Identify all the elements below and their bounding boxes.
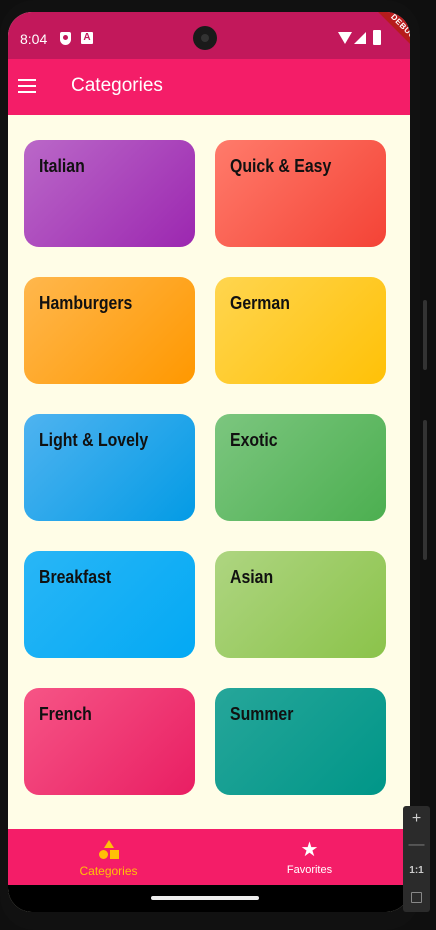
fit-screen-icon[interactable] (403, 890, 430, 908)
app-bar: Categories (8, 59, 410, 115)
category-label: Exotic (230, 430, 278, 450)
device-frame: 8:04 A DEBUG Categories Italian Quick & … (0, 0, 420, 930)
category-card-light-lovely[interactable]: Light & Lovely (24, 414, 195, 521)
category-label: Italian (39, 156, 85, 176)
category-card-asian[interactable]: Asian (215, 551, 386, 658)
battery-icon (373, 30, 381, 45)
nav-tab-categories[interactable]: Categories (8, 829, 209, 885)
nav-label-favorites: Favorites (286, 864, 333, 876)
category-label: Light & Lovely (39, 430, 149, 450)
category-card-quick-easy[interactable]: Quick & Easy (215, 140, 386, 247)
gesture-area (8, 885, 410, 912)
category-label: French (39, 704, 92, 724)
nav-label-categories: Categories (79, 864, 138, 878)
menu-icon[interactable] (18, 79, 36, 93)
volume-key[interactable] (423, 420, 427, 560)
status-bar: 8:04 A DEBUG (8, 12, 410, 61)
page-title: Categories (71, 75, 163, 96)
wifi-icon (338, 32, 352, 44)
category-card-german[interactable]: German (215, 277, 386, 384)
category-card-exotic[interactable]: Exotic (215, 414, 386, 521)
category-card-french[interactable]: French (24, 688, 195, 795)
category-card-summer[interactable]: Summer (215, 688, 386, 795)
bottom-navigation: Categories ★ Favorites (8, 829, 410, 885)
category-label: Summer (230, 704, 294, 724)
zoom-out-button[interactable]: — (403, 836, 430, 854)
category-label: Asian (230, 567, 274, 587)
category-card-breakfast[interactable]: Breakfast (24, 551, 195, 658)
shield-icon (60, 32, 71, 45)
star-icon: ★ (300, 839, 319, 861)
actual-size-button[interactable]: 1:1 (403, 865, 430, 876)
category-icon (98, 840, 119, 860)
category-label: Quick & Easy (230, 156, 332, 176)
category-label: Breakfast (39, 567, 112, 587)
category-grid: Italian Quick & Easy Hamburgers German L… (24, 140, 386, 795)
home-gesture-pill[interactable] (151, 896, 259, 900)
emulator-zoom-panel: + — 1:1 (403, 806, 430, 912)
category-label: Hamburgers (39, 293, 133, 313)
front-camera (193, 26, 217, 50)
category-card-hamburgers[interactable]: Hamburgers (24, 277, 195, 384)
a-icon: A (81, 32, 93, 44)
power-key[interactable] (423, 300, 427, 370)
signal-icon (354, 32, 366, 44)
category-label: German (230, 293, 290, 313)
zoom-in-button[interactable]: + (403, 810, 430, 828)
category-card-italian[interactable]: Italian (24, 140, 195, 247)
status-time: 8:04 (20, 31, 48, 47)
nav-tab-favorites[interactable]: ★ Favorites (209, 829, 410, 885)
app-screen: 8:04 A DEBUG Categories Italian Quick & … (8, 12, 410, 912)
